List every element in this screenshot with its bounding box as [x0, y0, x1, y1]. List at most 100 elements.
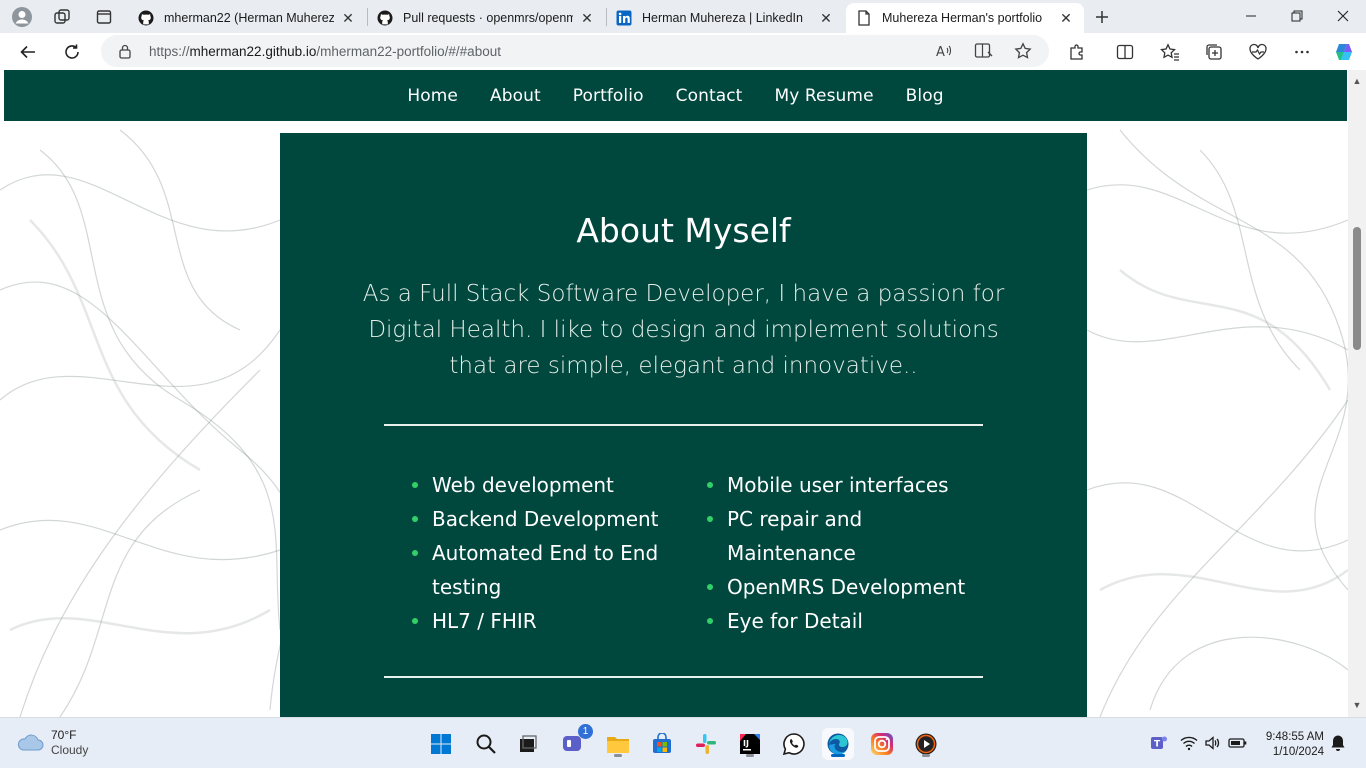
- url-domain: mherman22.github.io: [189, 44, 317, 59]
- page-scrollbar[interactable]: ▲ ▼: [1348, 70, 1366, 717]
- weather-temperature: 70°F: [51, 728, 77, 742]
- media-player-app[interactable]: [910, 728, 942, 760]
- lock-icon[interactable]: [118, 43, 132, 64]
- edge-icon: [827, 733, 849, 755]
- skill-item: HL7 / FHIR: [412, 604, 682, 638]
- settings-more-button[interactable]: [1288, 38, 1316, 66]
- workspaces-button[interactable]: [48, 4, 76, 30]
- tab-title: Herman Muhereza | LinkedIn: [642, 11, 803, 25]
- svg-text:IJ: IJ: [743, 739, 749, 748]
- close-icon[interactable]: ✕: [340, 10, 356, 26]
- slack-app[interactable]: [690, 728, 722, 760]
- nav-blog[interactable]: Blog: [906, 86, 944, 106]
- close-icon: [1337, 10, 1349, 22]
- nav-home[interactable]: Home: [407, 86, 458, 106]
- intellij-app[interactable]: IJ: [734, 728, 766, 760]
- extensions-button[interactable]: [1063, 38, 1091, 66]
- running-indicator: [614, 754, 622, 757]
- profile-button[interactable]: [8, 4, 36, 30]
- tab-linkedin[interactable]: Herman Muhereza | LinkedIn ✕: [606, 3, 844, 33]
- collections-button[interactable]: [1200, 38, 1228, 66]
- tab-title: Pull requests · openmrs/openmrs: [403, 11, 573, 25]
- nav-portfolio[interactable]: Portfolio: [573, 86, 644, 106]
- skills-list-right: Mobile user interfaces PC repair and Mai…: [707, 468, 977, 638]
- favorite-star-icon[interactable]: [1014, 42, 1032, 65]
- new-tab-button[interactable]: [1088, 4, 1116, 30]
- start-button[interactable]: [425, 728, 457, 760]
- browser-essentials-button[interactable]: [1244, 38, 1272, 66]
- scroll-up-icon[interactable]: ▲: [1352, 76, 1362, 86]
- scroll-down-icon[interactable]: ▼: [1352, 700, 1362, 710]
- notifications-bell-icon[interactable]: [1330, 731, 1346, 755]
- minimize-icon: [1246, 15, 1256, 17]
- search-button[interactable]: [470, 728, 502, 760]
- restore-button[interactable]: [1274, 0, 1320, 32]
- url-text[interactable]: https://mherman22.github.io/mherman22-po…: [149, 44, 501, 59]
- tab-actions-button[interactable]: [90, 4, 118, 30]
- github-icon: [138, 10, 154, 26]
- nav-my-resume[interactable]: My Resume: [774, 86, 873, 106]
- skill-item: Eye for Detail: [707, 604, 977, 638]
- read-aloud-icon[interactable]: A: [935, 42, 953, 65]
- teams-chat-app[interactable]: 1: [557, 724, 593, 760]
- whatsapp-app[interactable]: [778, 728, 810, 760]
- collections-icon: [1206, 44, 1222, 60]
- file-explorer-app[interactable]: [602, 728, 634, 760]
- nav-about[interactable]: About: [490, 86, 541, 106]
- volume-icon[interactable]: [1204, 731, 1222, 755]
- microsoft-store-app[interactable]: [646, 728, 678, 760]
- nav-contact[interactable]: Contact: [676, 86, 743, 106]
- linkedin-icon: [616, 10, 632, 26]
- tab-github-profile[interactable]: mherman22 (Herman Muhereza) ✕: [128, 3, 366, 33]
- restore-icon: [1291, 10, 1303, 22]
- clock-date: 1/10/2024: [1272, 746, 1324, 758]
- weather-widget[interactable]: 70°F Cloudy: [16, 728, 88, 758]
- tab-pull-requests[interactable]: Pull requests · openmrs/openmrs ✕: [367, 3, 605, 33]
- close-icon[interactable]: ✕: [818, 10, 834, 26]
- minimize-button[interactable]: [1228, 0, 1274, 32]
- windows-logo-icon: [431, 734, 451, 754]
- teams-tray-icon[interactable]: T: [1150, 731, 1168, 755]
- skill-item: Automated End to End testing: [412, 536, 682, 604]
- store-icon: [653, 733, 671, 753]
- back-button[interactable]: [14, 38, 42, 66]
- tab-title: Muhereza Herman's portfolio: [882, 11, 1043, 25]
- tab-portfolio[interactable]: Muhereza Herman's portfolio ✕: [846, 3, 1084, 33]
- task-view-icon: [520, 735, 537, 752]
- site-navbar: Home About Portfolio Contact My Resume B…: [4, 70, 1347, 121]
- wifi-icon[interactable]: [1180, 731, 1198, 755]
- close-icon[interactable]: ✕: [579, 10, 595, 26]
- instagram-app[interactable]: [866, 728, 898, 760]
- favorites-button[interactable]: [1156, 38, 1184, 66]
- immersive-reader-icon[interactable]: [974, 42, 994, 65]
- running-indicator: [746, 754, 754, 757]
- workspaces-icon: [54, 9, 70, 24]
- search-icon: [476, 734, 496, 754]
- task-view-button[interactable]: [512, 728, 544, 760]
- split-screen-button[interactable]: [1111, 38, 1139, 66]
- plus-icon: [1096, 11, 1108, 23]
- scrollbar-thumb[interactable]: [1353, 227, 1361, 350]
- divider: [384, 424, 983, 426]
- system-clock[interactable]: 9:48:55 AM 1/10/2024: [1258, 730, 1324, 760]
- refresh-icon: [65, 44, 79, 59]
- address-bar[interactable]: https://mherman22.github.io/mherman22-po…: [101, 35, 1049, 67]
- skill-item: Mobile user interfaces: [707, 468, 977, 502]
- battery-icon[interactable]: [1228, 731, 1248, 755]
- running-indicator: [922, 754, 930, 757]
- puzzle-icon: [1070, 44, 1083, 60]
- copilot-button[interactable]: [1330, 38, 1358, 66]
- windows-taskbar: 70°F Cloudy 1 IJ T 9:48:55 AM 1/10/2024: [0, 717, 1366, 768]
- page-icon: [856, 10, 872, 26]
- edge-app[interactable]: [822, 728, 854, 760]
- skill-item: Backend Development: [412, 502, 682, 536]
- running-indicator: [831, 754, 845, 757]
- close-window-button[interactable]: [1320, 0, 1366, 32]
- url-path: /mherman22-portfolio/#/#about: [316, 44, 501, 59]
- page-viewport: Home About Portfolio Contact My Resume B…: [0, 70, 1366, 717]
- copilot-icon: [1336, 44, 1352, 60]
- close-icon[interactable]: ✕: [1058, 10, 1074, 26]
- split-screen-icon: [1116, 44, 1134, 60]
- profile-icon: [12, 7, 32, 27]
- refresh-button[interactable]: [58, 38, 86, 66]
